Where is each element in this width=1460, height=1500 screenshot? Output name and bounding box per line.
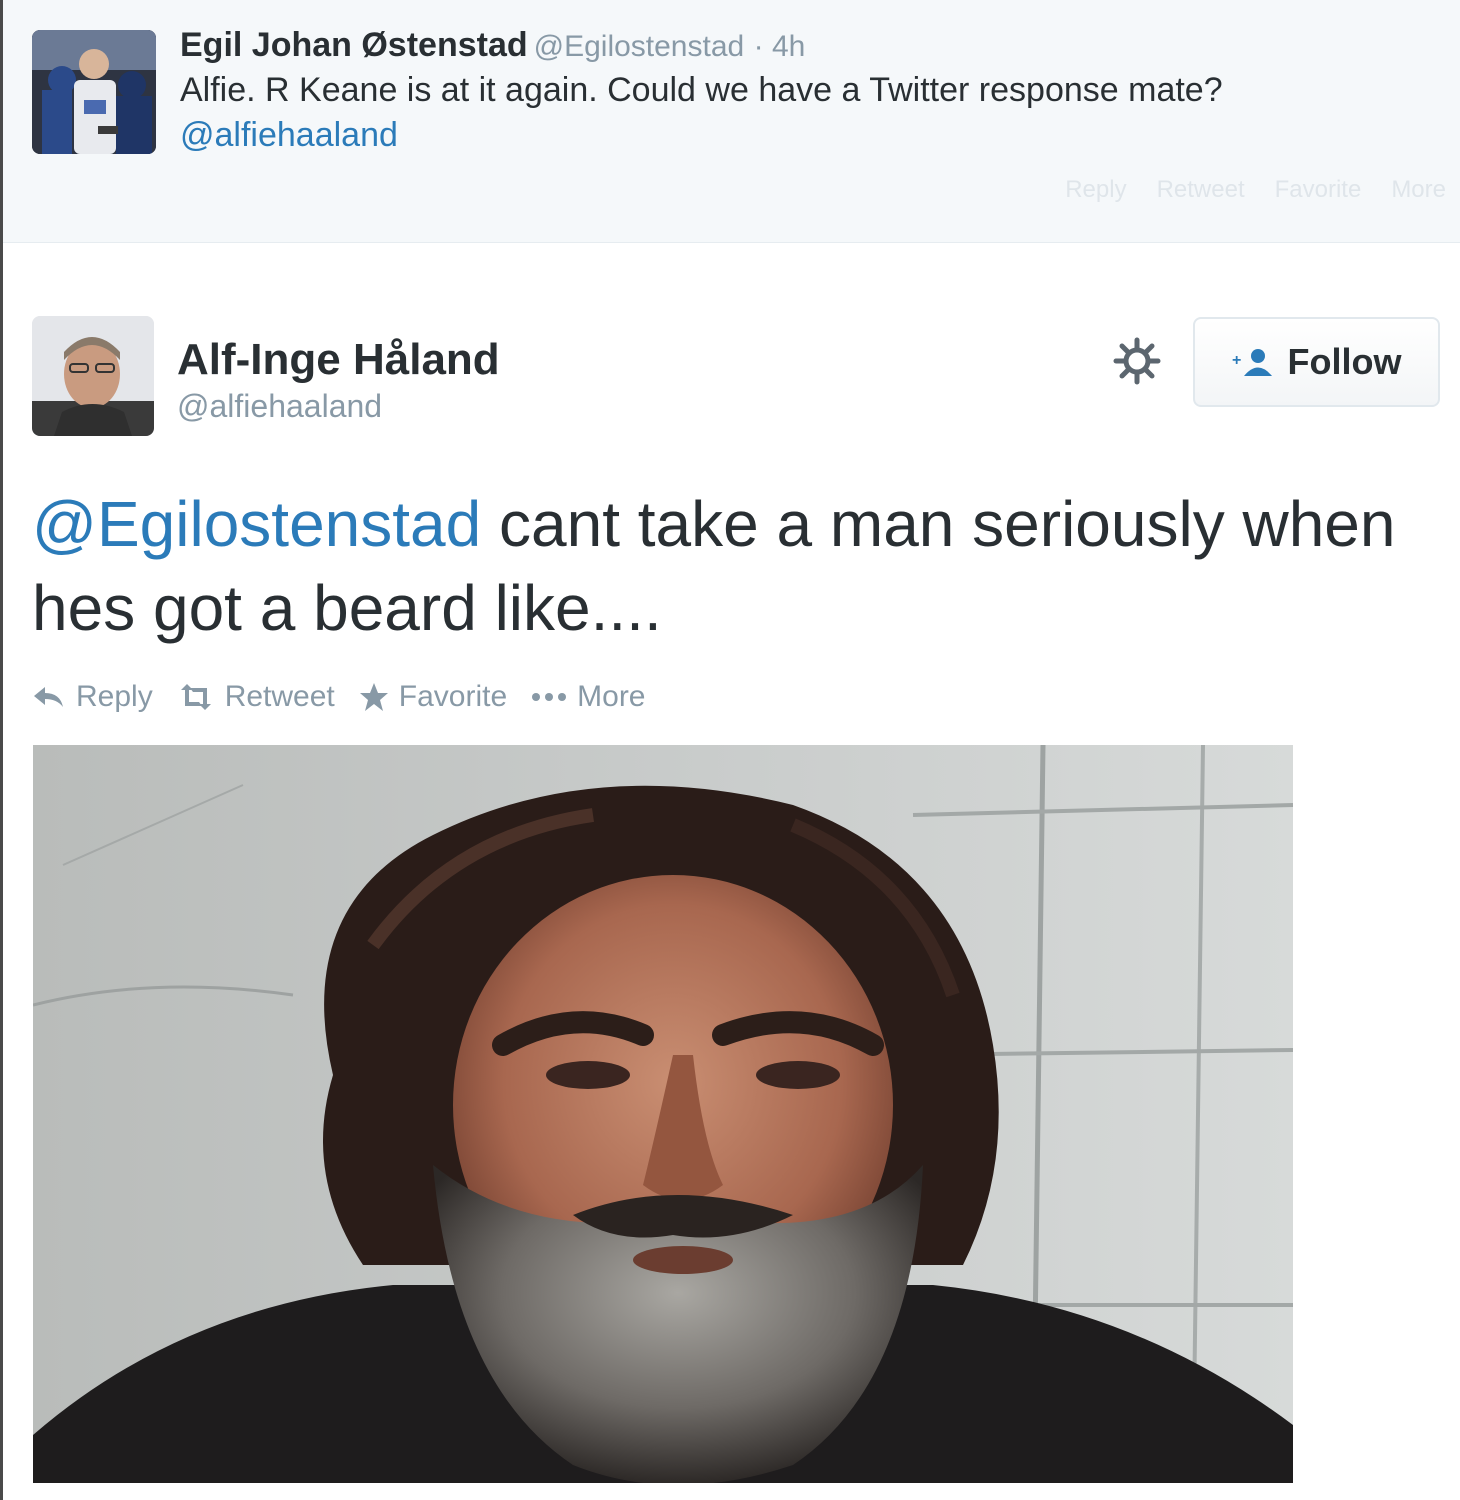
tweet-actions: Reply Retweet Favorite More [32,680,646,714]
follow-button[interactable]: + Follow [1193,317,1440,407]
tweet-mention-link[interactable]: @Egilostenstad [32,488,481,560]
more-label: More [577,680,646,713]
parent-author-handle[interactable]: @Egilostenstad [534,30,745,63]
favorite-label: Favorite [398,680,508,713]
parent-favorite-action[interactable]: Favorite [1275,176,1362,204]
add-user-icon: + [1232,349,1272,376]
parent-author-line[interactable]: Egil Johan Østenstad @Egilostenstad · 4h [180,26,805,65]
parent-tweet-actions: Reply Retweet Favorite More [1065,176,1446,204]
follow-button-label: Follow [1287,341,1402,382]
bearded-man-photo [33,745,1293,1483]
more-dots-icon [532,693,567,701]
parent-tweet-text: Alfie. R Keane is at it again. Could we … [180,71,1223,109]
retweet-label: Retweet [224,680,335,713]
parent-tweet[interactable]: Egil Johan Østenstad @Egilostenstad · 4h … [3,0,1460,243]
star-icon [359,683,388,711]
tweet-media-photo[interactable] [33,745,1293,1483]
favorite-button[interactable]: Favorite [359,680,507,714]
reply-button[interactable]: Reply [32,680,153,714]
parent-retweet-action[interactable]: Retweet [1157,176,1245,204]
tweet-text: @Egilostenstad cant take a man seriously… [32,482,1432,650]
reply-icon [34,687,63,707]
svg-text:+: + [1232,352,1241,369]
parent-more-action[interactable]: More [1391,176,1446,204]
main-avatar[interactable] [32,316,154,436]
gear-icon[interactable] [1112,336,1162,386]
more-button[interactable]: More [531,680,646,714]
parent-timestamp[interactable]: · 4h [754,30,806,63]
parent-avatar[interactable] [32,30,156,154]
parent-reply-action[interactable]: Reply [1065,176,1126,204]
main-author-handle[interactable]: @alfiehaaland [177,388,382,425]
main-author-name[interactable]: Alf-Inge Håland [177,335,500,385]
reply-label: Reply [76,680,153,713]
parent-tweet-mention[interactable]: @alfiehaaland [180,116,398,155]
parent-author-name[interactable]: Egil Johan Østenstad [180,26,528,64]
retweet-icon [180,684,211,710]
retweet-button[interactable]: Retweet [177,680,335,714]
